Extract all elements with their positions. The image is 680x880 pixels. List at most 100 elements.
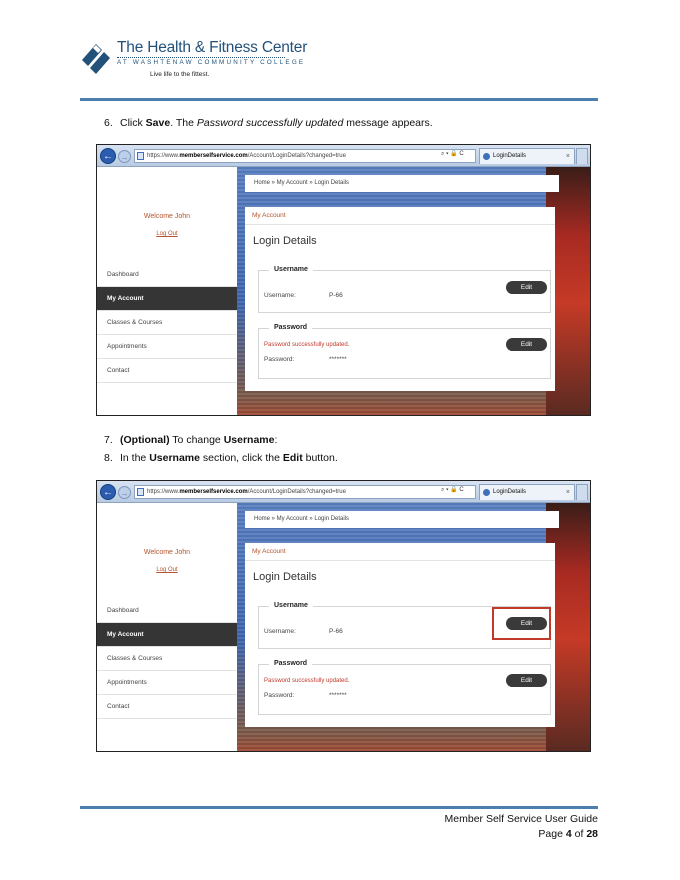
forward-button[interactable]: → — [118, 150, 131, 163]
breadcrumb[interactable]: Home » My Account » Login Details — [245, 511, 559, 528]
page-icon — [137, 152, 144, 160]
url-path: /Account/LoginDetails?changed=true — [247, 153, 346, 159]
username-value: P-66 — [329, 292, 343, 299]
page-prefix: Page — [538, 828, 566, 840]
tab-title: LoginDetails — [493, 153, 527, 159]
tab-favicon-icon — [483, 153, 490, 160]
logo-subtitle: AT WASHTENAW COMMUNITY COLLEGE — [117, 59, 306, 66]
logo-divider — [117, 57, 285, 58]
login-details-panel: My Account Login Details Username Userna… — [245, 207, 555, 391]
close-icon[interactable]: × — [566, 485, 570, 500]
sidebar: Welcome John Log Out Dashboard My Accoun… — [97, 167, 237, 415]
logo-icon — [82, 44, 110, 74]
sidebar-item-appointments[interactable]: Appointments — [97, 671, 237, 695]
back-button[interactable]: ← — [100, 148, 116, 164]
forward-button[interactable]: → — [118, 486, 131, 499]
sidebar-item-my-account[interactable]: My Account — [97, 287, 237, 311]
tab-title: LoginDetails — [493, 489, 527, 495]
sidebar-item-contact[interactable]: Contact — [97, 359, 237, 383]
password-edit-button[interactable]: Edit — [506, 674, 547, 687]
password-value: ******* — [329, 356, 347, 363]
username-label: Username: — [264, 292, 296, 299]
page-title: Login Details — [253, 235, 317, 247]
password-label: Password: — [264, 356, 295, 363]
password-success-message: Password successfully updated. — [264, 342, 350, 348]
step-7: 7. (Optional) To change Username: — [104, 434, 277, 446]
logo-tagline: Live life to the fittest. — [150, 71, 210, 78]
welcome-text: Welcome John — [143, 213, 191, 220]
sidebar-item-classes-courses[interactable]: Classes & Courses — [97, 647, 237, 671]
step-bold: Username — [223, 434, 275, 446]
password-edit-button[interactable]: Edit — [506, 338, 547, 351]
step-number: 6. — [104, 117, 113, 129]
browser-toolbar: ← → https://www.memberselfservice.com/Ac… — [97, 145, 590, 167]
password-section-title: Password — [269, 660, 313, 667]
new-tab-button[interactable] — [576, 148, 588, 164]
step-6: 6. Click Save. The Password successfully … — [104, 117, 433, 129]
sidebar: Welcome John Log Out Dashboard My Accoun… — [97, 503, 237, 751]
page-icon — [137, 488, 144, 496]
password-value: ******* — [329, 692, 347, 699]
footer-guide-title: Member Self Service User Guide — [444, 813, 598, 825]
browser-tab[interactable]: LoginDetails × — [479, 148, 575, 164]
back-button[interactable]: ← — [100, 484, 116, 500]
step-bold: (Optional) — [120, 434, 170, 446]
sidebar-menu: Dashboard My Account Classes & Courses A… — [97, 263, 237, 383]
step-text: message appears. — [343, 117, 433, 129]
sidebar-item-my-account[interactable]: My Account — [97, 623, 237, 647]
step-bold: Save — [145, 117, 171, 129]
new-tab-button[interactable] — [576, 484, 588, 500]
step-text: Click — [120, 117, 146, 129]
browser-toolbar: ← → https://www.memberselfservice.com/Ac… — [97, 481, 590, 503]
step-text: . The — [170, 117, 197, 129]
browser-tab[interactable]: LoginDetails × — [479, 484, 575, 500]
sidebar-menu: Dashboard My Account Classes & Courses A… — [97, 599, 237, 719]
page-title: Login Details — [253, 571, 317, 583]
username-value: P-66 — [329, 628, 343, 635]
address-bar[interactable]: https://www.memberselfservice.com/Accoun… — [134, 485, 476, 499]
breadcrumb[interactable]: Home » My Account » Login Details — [245, 175, 559, 192]
address-tools[interactable]: ⌕ ▾ 🔒 C — [441, 150, 464, 158]
page-total: 28 — [586, 828, 598, 840]
password-success-message: Password successfully updated. — [264, 678, 350, 684]
panel-header: My Account — [245, 207, 555, 225]
logout-link[interactable]: Log Out — [97, 231, 237, 237]
panel-header: My Account — [245, 543, 555, 561]
password-section: Password Password successfully updated. … — [258, 324, 551, 379]
sidebar-item-classes-courses[interactable]: Classes & Courses — [97, 311, 237, 335]
password-section-title: Password — [269, 324, 313, 331]
footer-page-number: Page 4 of 28 — [538, 828, 598, 840]
sidebar-item-appointments[interactable]: Appointments — [97, 335, 237, 359]
address-tools[interactable]: ⌕ ▾ 🔒 C — [441, 486, 464, 494]
url-scheme: https://www. — [147, 153, 180, 159]
logo-title: The Health & Fitness Center — [117, 39, 308, 56]
username-edit-button[interactable]: Edit — [506, 281, 547, 294]
username-section: Username Username: P-66 Edit — [258, 266, 551, 313]
username-section-title: Username — [269, 602, 313, 609]
screenshot-2: ← → https://www.memberselfservice.com/Ac… — [96, 480, 591, 752]
footer-rule — [80, 806, 598, 809]
screenshot-1: ← → https://www.memberselfservice.com/Ac… — [96, 144, 591, 416]
step-bold: Edit — [282, 452, 303, 464]
welcome-text: Welcome John — [143, 549, 191, 556]
sidebar-item-contact[interactable]: Contact — [97, 695, 237, 719]
address-bar[interactable]: https://www.memberselfservice.com/Accoun… — [134, 149, 476, 163]
step-number: 8. — [104, 452, 113, 464]
edit-highlight-box — [492, 607, 551, 640]
logout-link[interactable]: Log Out — [97, 567, 237, 573]
page-of: of — [571, 828, 587, 840]
sidebar-item-dashboard[interactable]: Dashboard — [97, 263, 237, 287]
tab-favicon-icon — [483, 489, 490, 496]
step-bold: Username — [149, 452, 200, 464]
step-text: section, click the — [199, 452, 283, 464]
step-text: To change — [169, 434, 224, 446]
header-rule — [80, 98, 598, 101]
step-text: In the — [120, 452, 150, 464]
username-section-title: Username — [269, 266, 313, 273]
password-section: Password Password successfully updated. … — [258, 660, 551, 715]
close-icon[interactable]: × — [566, 149, 570, 164]
password-label: Password: — [264, 692, 295, 699]
url-host: memberselfservice.com — [179, 153, 248, 159]
sidebar-item-dashboard[interactable]: Dashboard — [97, 599, 237, 623]
company-logo: The Health & Fitness Center AT WASHTENAW… — [80, 38, 320, 88]
